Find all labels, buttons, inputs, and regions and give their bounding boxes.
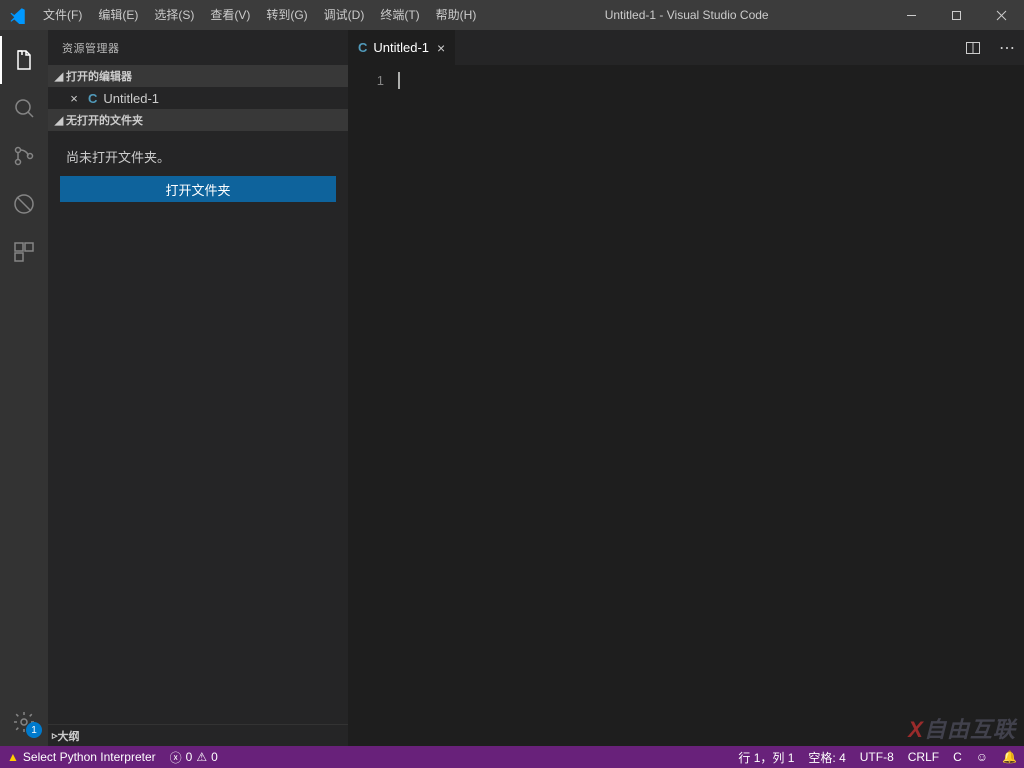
activity-debug[interactable] bbox=[0, 180, 48, 228]
editor-tabs: C Untitled-1 × ⋯ bbox=[348, 30, 1024, 65]
section-outline[interactable]: ▹ 大纲 bbox=[48, 724, 348, 746]
outline-label: 大纲 bbox=[58, 728, 80, 744]
open-folder-button[interactable]: 打开文件夹 bbox=[60, 176, 336, 202]
no-folder-label: 无打开的文件夹 bbox=[66, 112, 143, 128]
minimize-button[interactable] bbox=[889, 0, 934, 30]
split-editor-icon[interactable] bbox=[956, 30, 990, 65]
menu-goto[interactable]: 转到(G) bbox=[258, 0, 315, 30]
menu-help[interactable]: 帮助(H) bbox=[428, 0, 485, 30]
menu-file[interactable]: 文件(F) bbox=[35, 0, 90, 30]
maximize-button[interactable] bbox=[934, 0, 979, 30]
menu-terminal[interactable]: 终端(T) bbox=[372, 0, 427, 30]
close-button[interactable] bbox=[979, 0, 1024, 30]
titlebar: 文件(F) 编辑(E) 选择(S) 查看(V) 转到(G) 调试(D) 终端(T… bbox=[0, 0, 1024, 30]
warning-icon: ▲ bbox=[7, 750, 19, 764]
warning-count: 0 bbox=[211, 750, 218, 764]
more-actions-icon[interactable]: ⋯ bbox=[990, 30, 1024, 65]
text-cursor bbox=[398, 72, 400, 89]
error-count: 0 bbox=[186, 750, 193, 764]
editor-area: C Untitled-1 × ⋯ 1 bbox=[348, 30, 1024, 746]
menu-view[interactable]: 查看(V) bbox=[202, 0, 258, 30]
window-controls bbox=[889, 0, 1024, 30]
status-ln-col[interactable]: 行 1，列 1 bbox=[731, 746, 801, 768]
no-folder-message: 尚未打开文件夹。 bbox=[48, 131, 348, 176]
c-file-icon: C bbox=[88, 91, 97, 106]
menu-debug[interactable]: 调试(D) bbox=[316, 0, 373, 30]
status-python-interpreter[interactable]: ▲ Select Python Interpreter bbox=[0, 746, 163, 768]
status-feedback-icon[interactable]: ☺ bbox=[969, 746, 995, 768]
warning-count-icon: ⚠ bbox=[196, 750, 207, 764]
menubar: 文件(F) 编辑(E) 选择(S) 查看(V) 转到(G) 调试(D) 终端(T… bbox=[35, 0, 484, 30]
section-no-folder[interactable]: ◢ 无打开的文件夹 bbox=[48, 109, 348, 131]
status-language[interactable]: C bbox=[946, 746, 969, 768]
tab-untitled-1[interactable]: C Untitled-1 × bbox=[348, 30, 456, 65]
settings-badge: 1 bbox=[26, 722, 42, 738]
editor-code[interactable]: 1 bbox=[348, 65, 1024, 746]
activity-settings[interactable]: 1 bbox=[0, 698, 48, 746]
status-bar: ▲ Select Python Interpreter ⓧ0 ⚠0 行 1，列 … bbox=[0, 746, 1024, 768]
status-bell-icon[interactable]: 🔔 bbox=[995, 746, 1024, 768]
chevron-down-icon: ◢ bbox=[52, 114, 66, 127]
error-icon: ⓧ bbox=[170, 749, 182, 766]
window-title: Untitled-1 - Visual Studio Code bbox=[484, 8, 889, 22]
activity-bar: 1 bbox=[0, 30, 48, 746]
open-editor-filename: Untitled-1 bbox=[103, 91, 159, 106]
section-open-editors[interactable]: ◢ 打开的编辑器 bbox=[48, 65, 348, 87]
menu-edit[interactable]: 编辑(E) bbox=[90, 0, 146, 30]
line-gutter: 1 bbox=[348, 65, 398, 746]
code-content[interactable] bbox=[398, 65, 1024, 746]
menu-select[interactable]: 选择(S) bbox=[146, 0, 202, 30]
chevron-down-icon: ◢ bbox=[52, 70, 66, 83]
status-encoding[interactable]: UTF-8 bbox=[853, 746, 901, 768]
activity-scm[interactable] bbox=[0, 132, 48, 180]
interpreter-label: Select Python Interpreter bbox=[23, 750, 156, 764]
activity-search[interactable] bbox=[0, 84, 48, 132]
line-number-1: 1 bbox=[348, 71, 384, 90]
sidebar-title: 资源管理器 bbox=[48, 30, 348, 65]
status-problems[interactable]: ⓧ0 ⚠0 bbox=[163, 746, 225, 768]
c-file-icon: C bbox=[358, 40, 367, 55]
tab-close-icon[interactable]: × bbox=[437, 40, 445, 56]
status-eol[interactable]: CRLF bbox=[901, 746, 946, 768]
close-editor-icon[interactable]: × bbox=[66, 91, 82, 106]
open-editor-item[interactable]: × C Untitled-1 bbox=[48, 87, 348, 109]
sidebar-explorer: 资源管理器 ◢ 打开的编辑器 × C Untitled-1 ◢ 无打开的文件夹 … bbox=[48, 30, 348, 746]
tab-label: Untitled-1 bbox=[373, 40, 429, 55]
activity-extensions[interactable] bbox=[0, 228, 48, 276]
open-editors-label: 打开的编辑器 bbox=[66, 68, 132, 84]
vscode-logo-icon bbox=[0, 6, 35, 24]
status-spaces[interactable]: 空格: 4 bbox=[801, 746, 852, 768]
activity-explorer[interactable] bbox=[0, 36, 48, 84]
